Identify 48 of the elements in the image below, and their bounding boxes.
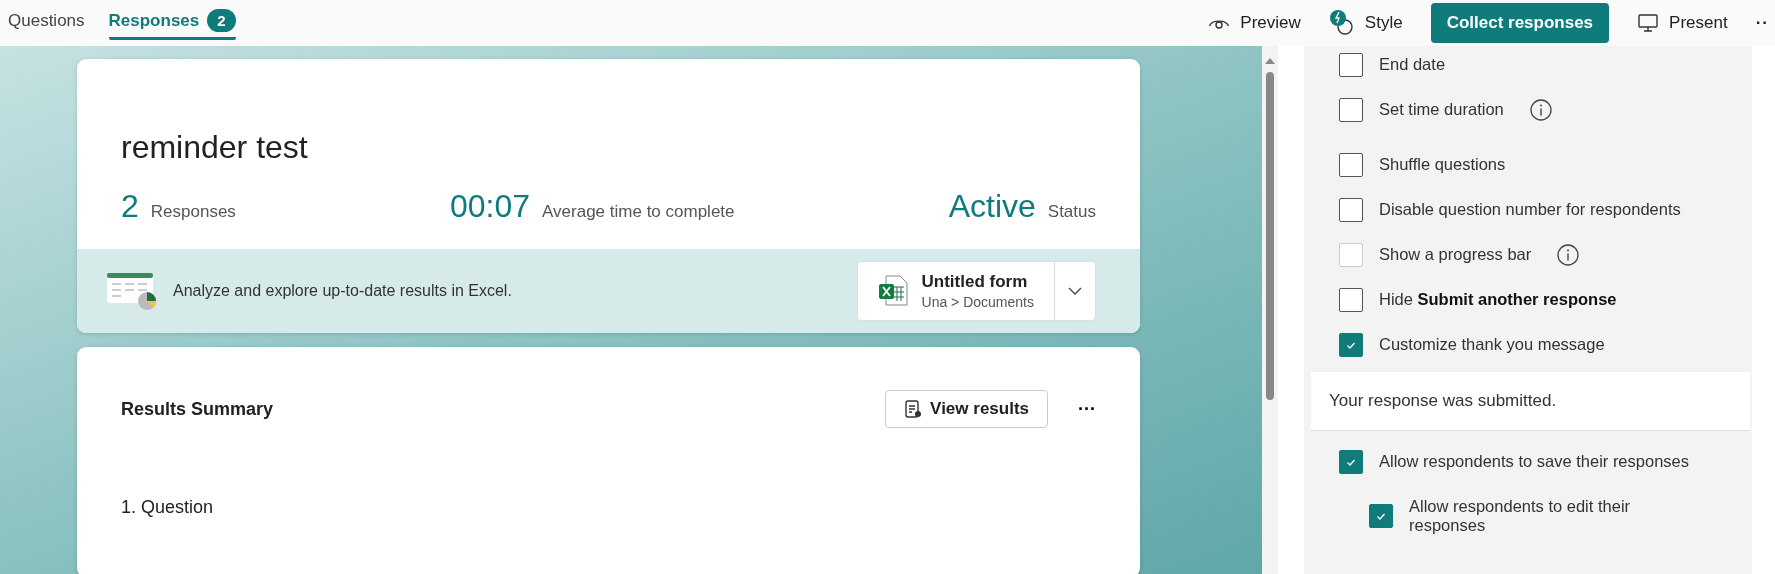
file-path: Una > Documents (921, 294, 1034, 310)
view-results-button[interactable]: View results (885, 390, 1048, 428)
excel-icon (877, 275, 908, 307)
question-title: 1. Question (121, 497, 215, 518)
info-icon[interactable] (1529, 98, 1552, 121)
checkbox[interactable] (1369, 504, 1393, 528)
setting-label: Hide Submit another response (1379, 290, 1617, 309)
more-button[interactable]: ·· (1755, 13, 1769, 33)
checkbox[interactable] (1339, 197, 1363, 222)
stat-value: 2 (121, 188, 139, 225)
palette-icon (1328, 9, 1355, 37)
checkbox[interactable] (1339, 287, 1363, 312)
collect-responses-button[interactable]: Collect responses (1430, 3, 1610, 43)
setting-label: Show a progress bar (1379, 245, 1532, 264)
scrollbar[interactable] (1262, 46, 1278, 574)
tab[interactable]: Questions (8, 4, 85, 40)
stat-label: Average time to complete (542, 202, 735, 222)
checkbox[interactable] (1339, 52, 1363, 77)
excel-file-button[interactable]: Untitled form Una > Documents (856, 261, 1096, 321)
setting-label: Customize thank you message (1379, 335, 1605, 354)
stat-value: 00:07 (450, 188, 531, 225)
form-title: reminder test (121, 129, 309, 166)
stat-label: Status (1047, 202, 1096, 222)
clipboard-icon (904, 399, 923, 419)
section-title: Results Summary (121, 398, 275, 420)
stat-value: Active (948, 188, 1036, 225)
style-button[interactable]: Style (1328, 9, 1403, 37)
count-badge: 2 (207, 9, 236, 32)
setting-label: Allow respondents to save their responses (1379, 452, 1689, 471)
present-button[interactable]: Present (1637, 13, 1728, 33)
setting-label: Shuffle questions (1379, 155, 1506, 174)
checkbox[interactable] (1339, 449, 1363, 474)
checkbox[interactable] (1339, 97, 1363, 122)
message-field[interactable]: Your response was submitted. (1311, 372, 1750, 431)
preview-button[interactable]: Preview (1208, 13, 1301, 33)
excel-prompt: Analyze and explore up-to-date results in Excel. (173, 282, 513, 300)
spreadsheet-icon (107, 271, 159, 311)
setting-label: Disable question number for respondents (1379, 200, 1681, 219)
tab[interactable]: Responses 2 (108, 4, 236, 40)
stat-label: Responses (150, 202, 236, 222)
setting-label: Set time duration (1379, 100, 1504, 119)
checkbox[interactable] (1339, 332, 1363, 357)
monitor-icon (1637, 13, 1660, 33)
more-options-button[interactable]: ··· (1078, 398, 1096, 420)
setting-label: End date (1379, 55, 1446, 74)
file-name: Untitled form (921, 272, 1029, 292)
setting-label: Allow respondents to edit their responses (1409, 497, 1632, 535)
checkbox[interactable] (1339, 152, 1363, 177)
